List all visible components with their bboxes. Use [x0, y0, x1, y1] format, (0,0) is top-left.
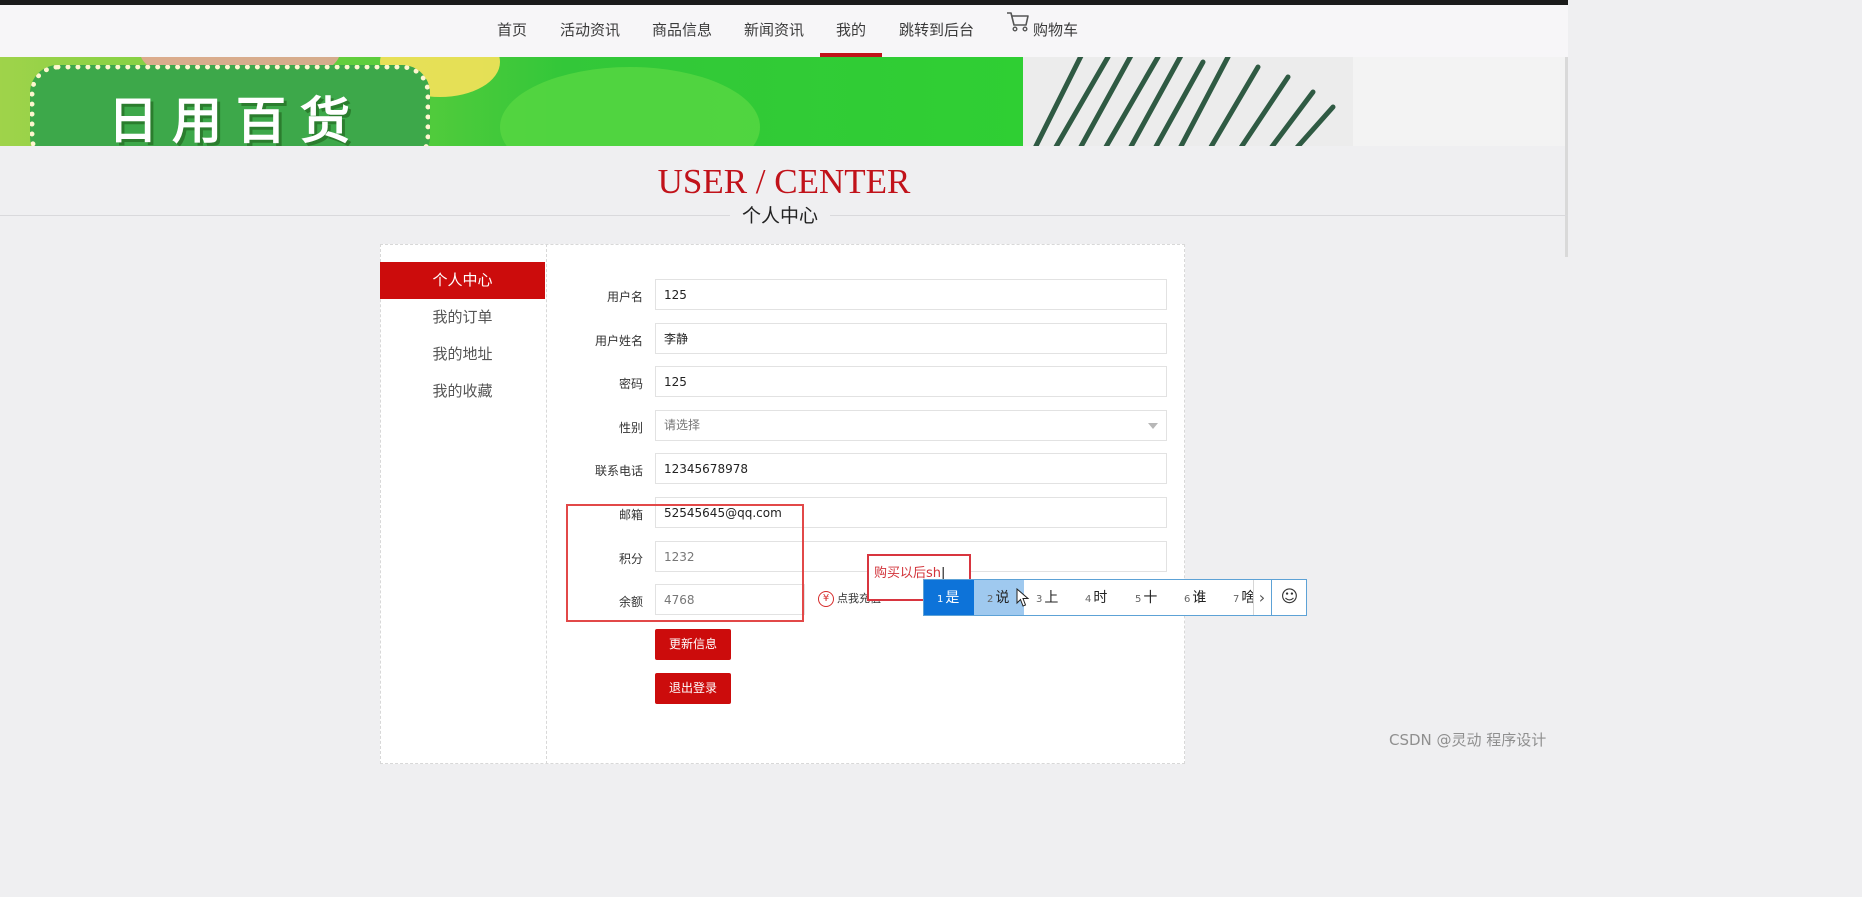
emoji-icon[interactable]: ☺: [1271, 580, 1307, 615]
gender-select-value: 请选择: [664, 418, 701, 432]
sidebar-item-my-favorites[interactable]: 我的收藏: [380, 373, 545, 410]
cart-label: 购物车: [1033, 21, 1079, 39]
logout-button[interactable]: 退出登录: [655, 673, 731, 704]
ime-candidate-bar: 1是 2说 3上 4时 5十 6谁 7啥 › ☺: [923, 579, 1307, 616]
page-title-cn: 个人中心: [730, 203, 830, 229]
ime-candidate-7[interactable]: 7啥: [1233, 580, 1253, 615]
ime-candidate-1[interactable]: 1是: [924, 580, 974, 615]
ime-candidate-3[interactable]: 3上: [1036, 580, 1058, 615]
phone-label: 联系电话: [594, 464, 643, 478]
phone-field[interactable]: [655, 453, 1167, 484]
chevron-down-icon: [1148, 423, 1158, 429]
page-title-en: USER / CENTER: [657, 162, 911, 201]
banner-leaf-image: [1023, 57, 1568, 146]
sidebar-item-user-center[interactable]: 个人中心: [380, 262, 545, 299]
username-label: 用户名: [606, 290, 643, 304]
ime-candidate-6[interactable]: 6谁: [1184, 580, 1206, 615]
nav-news[interactable]: 新闻资讯: [744, 5, 804, 57]
update-info-button[interactable]: 更新信息: [655, 629, 731, 660]
banner-text: 日用百货: [108, 92, 364, 146]
sidebar-item-my-orders[interactable]: 我的订单: [380, 299, 545, 336]
username-field[interactable]: [655, 279, 1167, 310]
realname-field[interactable]: [655, 323, 1167, 354]
ime-candidate-5[interactable]: 5十: [1135, 580, 1157, 615]
gender-label: 性别: [618, 421, 643, 435]
nav-cart[interactable]: 购物车: [1006, 5, 1078, 57]
sidebar-item-my-address[interactable]: 我的地址: [380, 336, 545, 373]
user-sidebar: 个人中心 我的订单 我的地址 我的收藏: [380, 244, 547, 764]
chevron-right-icon[interactable]: ›: [1253, 580, 1270, 615]
nav-admin[interactable]: 跳转到后台: [899, 5, 974, 57]
cart-icon: [1006, 3, 1030, 53]
nav-activity-news[interactable]: 活动资讯: [560, 5, 620, 57]
gender-select[interactable]: 请选择: [655, 410, 1167, 441]
mouse-cursor-icon: [1016, 588, 1030, 607]
nav-home[interactable]: 首页: [497, 5, 527, 57]
nav-my[interactable]: 我的: [820, 5, 882, 57]
realname-label: 用户姓名: [594, 334, 643, 348]
password-label: 密码: [618, 377, 643, 391]
nav-products[interactable]: 商品信息: [652, 5, 712, 57]
ime-candidate-4[interactable]: 4时: [1085, 580, 1107, 615]
scrollbar-edge[interactable]: [1565, 57, 1568, 257]
password-field[interactable]: [655, 366, 1167, 397]
banner-green-panel: 日用百货: [0, 57, 1023, 146]
annotation-highlight-box: [566, 504, 804, 622]
watermark: CSDN @灵动 程序设计: [1389, 731, 1547, 749]
main-nav: 首页 活动资讯 商品信息 新闻资讯 我的 跳转到后台 购物车: [0, 5, 1568, 57]
banner: 日用百货: [0, 57, 1568, 146]
yen-icon: ¥: [818, 591, 834, 607]
